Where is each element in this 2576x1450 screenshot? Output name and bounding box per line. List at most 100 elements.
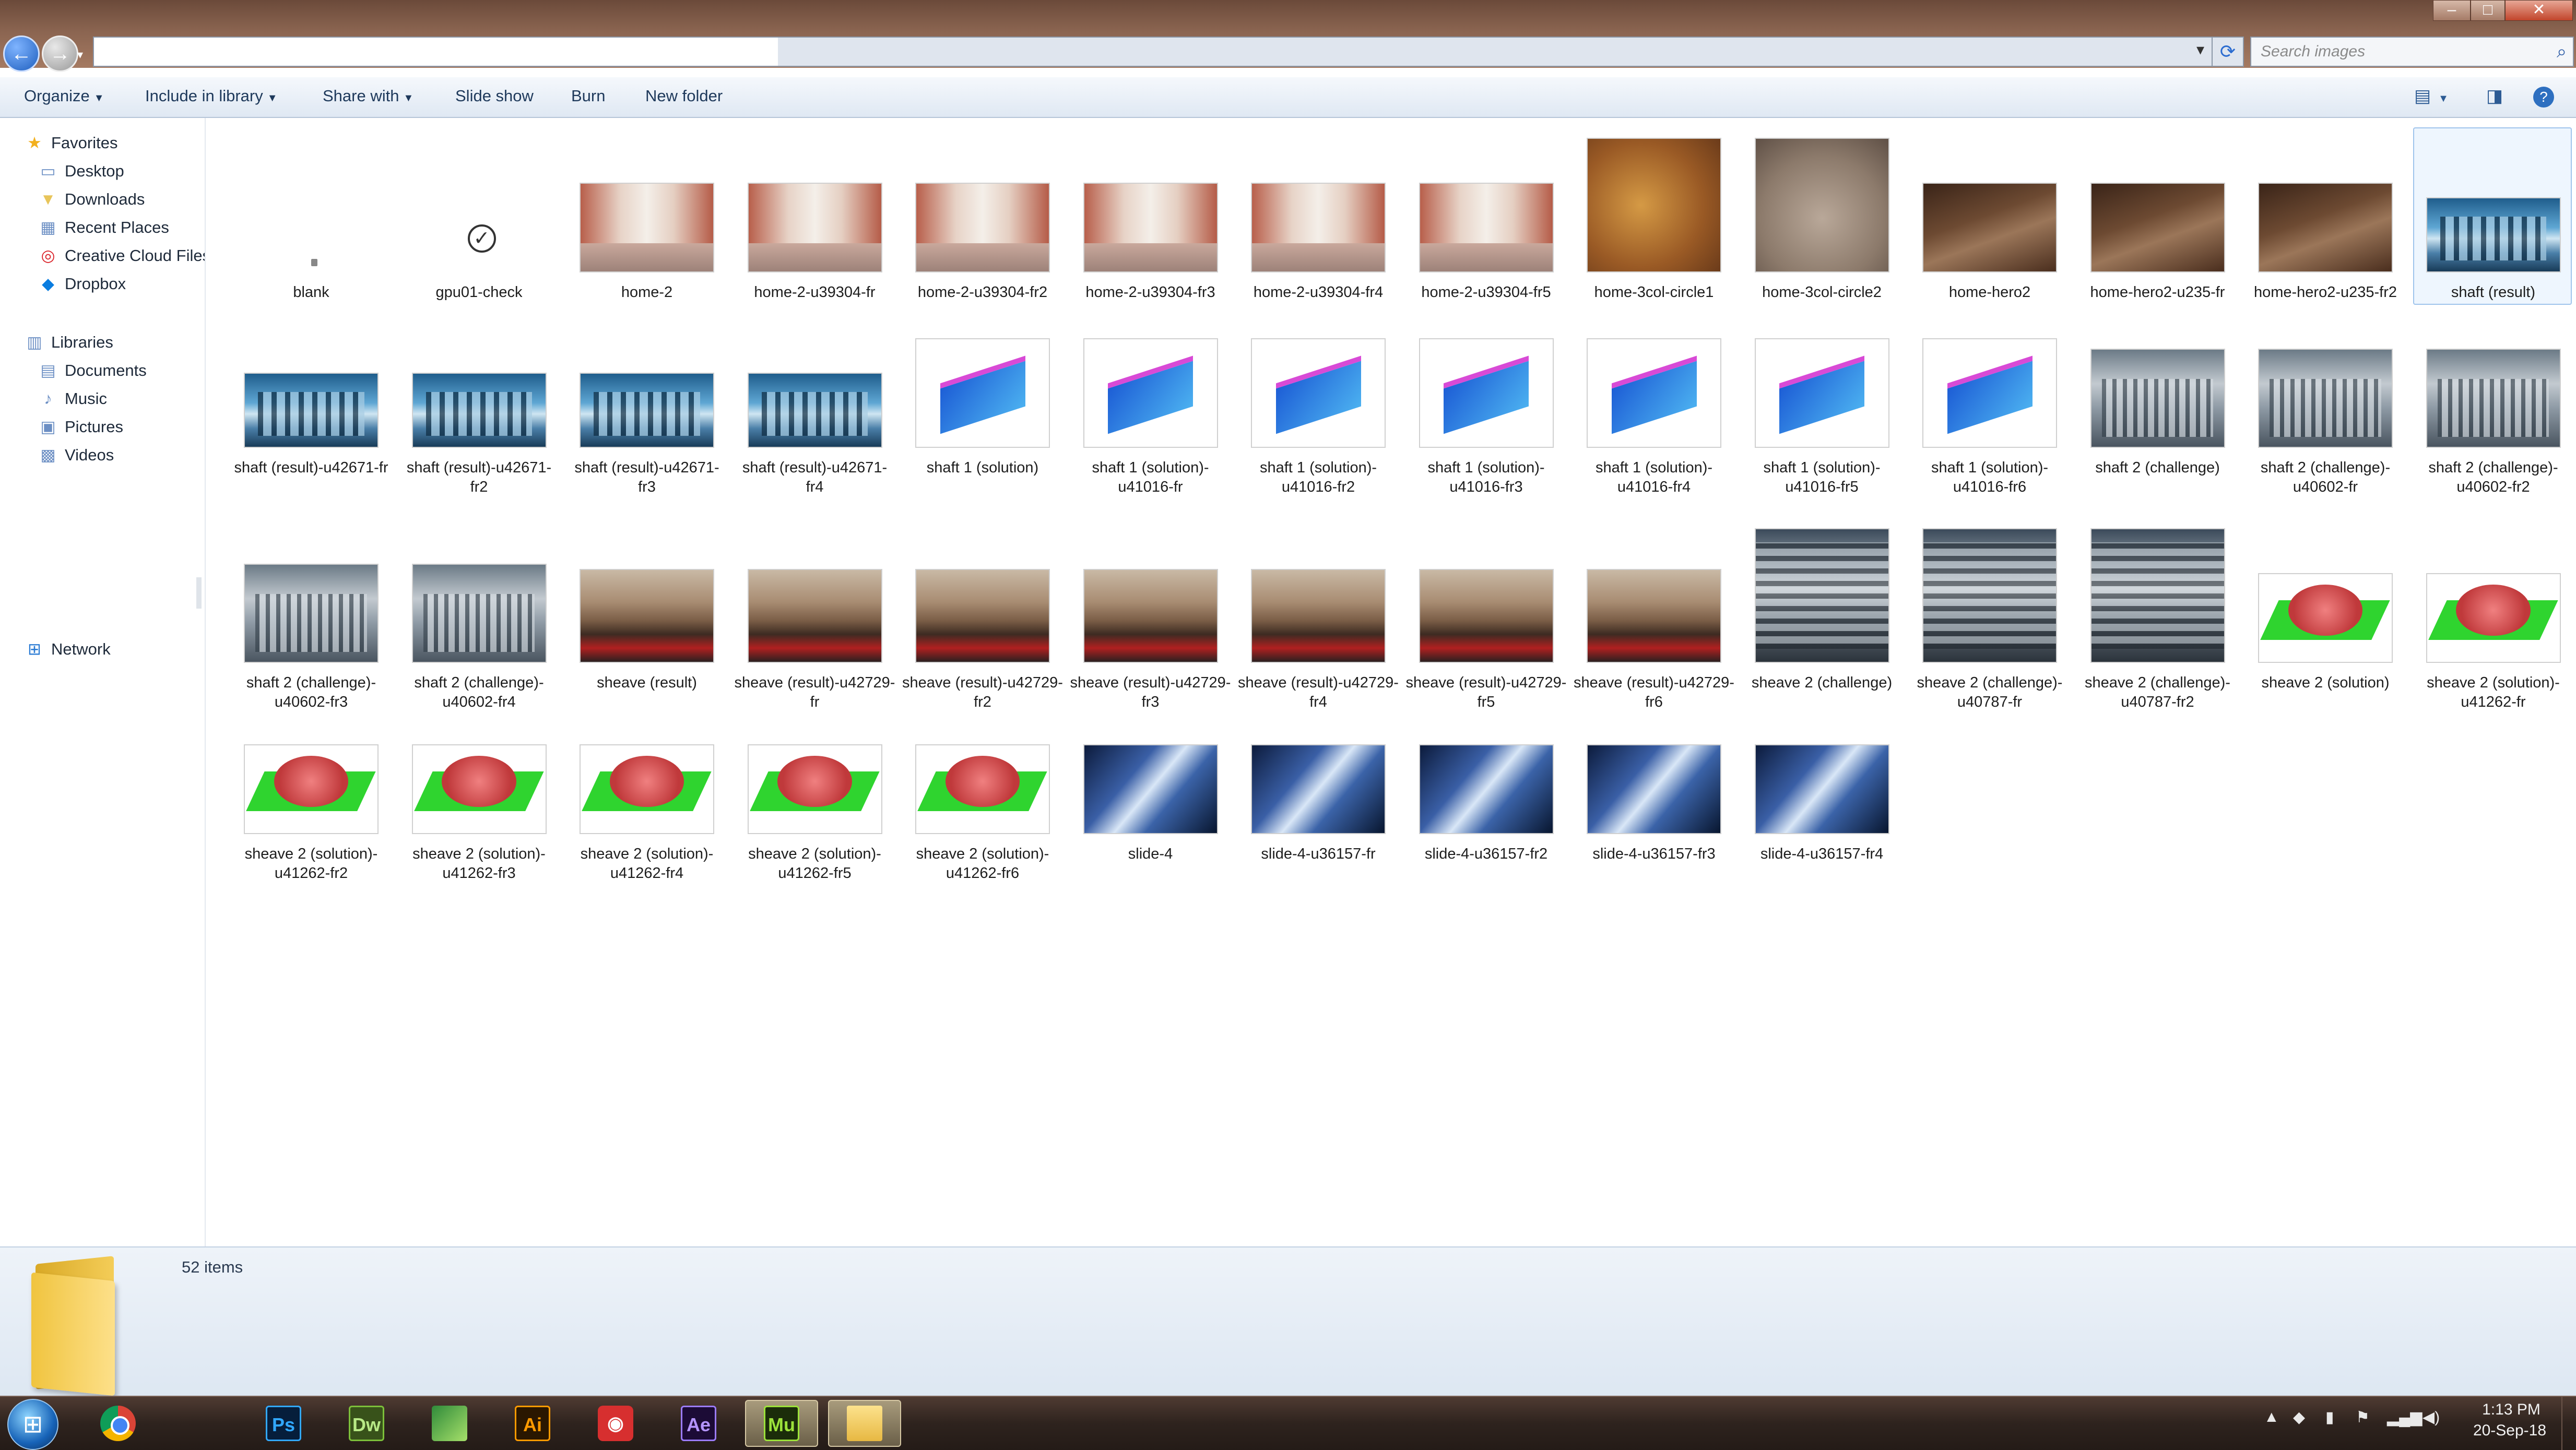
back-button[interactable]: ← xyxy=(3,35,40,72)
preview-pane-icon[interactable]: ◨ xyxy=(2486,86,2503,106)
ps-icon: Ps xyxy=(266,1406,301,1441)
search-icon[interactable]: ⌕ xyxy=(2557,38,2567,66)
include-in-library-menu[interactable]: Include in library ▼ xyxy=(145,87,278,105)
taskbar-app-mu[interactable]: Mu xyxy=(745,1400,818,1447)
address-field[interactable] xyxy=(94,38,778,66)
network-icon: ⊞ xyxy=(28,640,41,658)
file-name: shaft 1 (solution)-u41016-fr xyxy=(1092,459,1209,495)
start-button[interactable]: ⊞ xyxy=(7,1399,58,1450)
file-name: shaft 1 (solution) xyxy=(926,459,1039,476)
file-name: shaft 1 (solution)-u41016-fr3 xyxy=(1427,459,1545,495)
refresh-button[interactable]: ⟳ xyxy=(2212,37,2244,67)
command-bar: Organize ▼ Include in library ▼ Share with… xyxy=(0,77,2576,118)
thumbnail-image xyxy=(1587,138,1721,272)
help-icon[interactable]: ? xyxy=(2533,87,2554,108)
file-name: slide-4-u36157-fr xyxy=(1261,846,1376,862)
file-name: sheave 2 (challenge) xyxy=(1751,674,1893,691)
dropbox-tray-icon[interactable]: ◆ xyxy=(2293,1408,2305,1427)
taskbar-app-ae[interactable]: Ae xyxy=(662,1400,735,1447)
thumbnail-image xyxy=(2090,349,2225,448)
network-signal-icon[interactable]: ▂▄▆ xyxy=(2387,1408,2422,1427)
recent-pages-dropdown[interactable]: ▾ xyxy=(77,48,83,62)
search-input[interactable]: Search images ⌕ xyxy=(2250,37,2574,67)
file-name: shaft 1 (solution)-u41016-fr2 xyxy=(1259,459,1377,495)
taskbar-app-ai[interactable]: Ai xyxy=(496,1400,569,1447)
videos-icon: ▩ xyxy=(40,446,56,464)
thumbnail-image xyxy=(1083,338,1218,448)
sidebar-item-pictures[interactable]: ▣ Pictures xyxy=(39,418,123,436)
clock-time[interactable]: 1:13 PM xyxy=(2464,1401,2558,1419)
usb-icon[interactable]: ▮ xyxy=(2325,1408,2334,1427)
thumbnail-image xyxy=(2090,528,2225,663)
sidebar-item-music[interactable]: ♪ Music xyxy=(39,389,107,408)
sidebar-item-desktop[interactable]: ▭ Desktop xyxy=(39,162,124,181)
thumbnail-image xyxy=(1754,528,1889,663)
address-bar[interactable]: ▾ xyxy=(93,37,2213,67)
sidebar-libraries[interactable]: ▥ Libraries xyxy=(25,333,113,352)
thumbnail-image xyxy=(1419,569,1554,663)
pane-splitter[interactable] xyxy=(196,577,202,609)
thumbnail-image xyxy=(244,744,379,834)
taskbar-app-explorer[interactable] xyxy=(828,1400,901,1447)
item-count: 52 items xyxy=(182,1258,243,1276)
chevron-down-icon: ▼ xyxy=(267,92,278,104)
file-name: slide-4-u36157-fr3 xyxy=(1592,846,1716,862)
libraries-icon: ▥ xyxy=(27,333,42,351)
thumbnail-image xyxy=(2258,573,2393,663)
sidebar-favorites[interactable]: ★ Favorites xyxy=(25,134,117,152)
thumbnail-image xyxy=(2258,349,2393,448)
thumbnail-image xyxy=(1922,338,2057,448)
taskbar-app-dw[interactable]: Dw xyxy=(330,1400,403,1447)
file-name: sheave 2 (challenge)-u40787-fr xyxy=(1917,674,2063,710)
share-with-menu[interactable]: Share with ▼ xyxy=(323,87,413,105)
file-name: shaft 2 (challenge)-u40602-fr xyxy=(2260,459,2391,495)
dw-icon: Dw xyxy=(349,1406,384,1441)
thumbnail-image xyxy=(580,569,714,663)
sidebar-item-documents[interactable]: ▤ Documents xyxy=(39,361,146,380)
thumbnail-image xyxy=(244,564,379,663)
file-name: sheave 2 (challenge)-u40787-fr2 xyxy=(2085,674,2230,710)
volume-icon[interactable]: ◀) xyxy=(2423,1408,2440,1427)
slide-show-button[interactable]: Slide show xyxy=(455,87,534,105)
sidebar-network[interactable]: ⊞ Network xyxy=(25,640,111,659)
thumbnail-image xyxy=(1251,338,1386,448)
thumbnail-image xyxy=(411,744,547,834)
close-button[interactable]: ✕ xyxy=(2505,0,2573,21)
sidebar-item-dropbox[interactable]: ◆ Dropbox xyxy=(39,275,126,293)
clock-date[interactable]: 20-Sep-18 xyxy=(2460,1422,2559,1440)
show-hidden-icon[interactable]: ▲ xyxy=(2264,1408,2279,1426)
taskbar-app-chrome[interactable] xyxy=(81,1400,155,1447)
forward-button[interactable]: → xyxy=(42,35,78,72)
thumbnail-image xyxy=(915,338,1050,448)
taskbar-app-camera[interactable]: ◉ xyxy=(579,1400,652,1447)
thumbnail-image xyxy=(1922,183,2057,272)
show-desktop-button[interactable] xyxy=(2561,1397,2576,1450)
ai-icon: Ai xyxy=(515,1406,550,1441)
new-folder-button[interactable]: New folder xyxy=(645,87,723,105)
file-name: home-2-u39304-fr4 xyxy=(1253,284,1384,301)
file-name: slide-4-u36157-fr4 xyxy=(1760,846,1884,862)
refresh-icon: ⟳ xyxy=(2219,41,2236,62)
taskbar-app-edge[interactable] xyxy=(413,1400,486,1447)
thumbnail-image xyxy=(747,373,882,448)
file-name: shaft (result)-u42671-fr2 xyxy=(406,459,552,495)
sidebar-item-recent-places[interactable]: ▦ Recent Places xyxy=(39,218,169,237)
flag-icon[interactable]: ⚑ xyxy=(2356,1408,2370,1427)
explorer-icon xyxy=(847,1406,882,1441)
minimize-button[interactable]: – xyxy=(2433,0,2471,21)
file-name: sheave (result)-u42729-fr4 xyxy=(1238,674,1399,710)
view-options-icon[interactable]: ▤ ▼ xyxy=(2414,86,2449,106)
taskbar-app-ps[interactable]: Ps xyxy=(247,1400,320,1447)
burn-button[interactable]: Burn xyxy=(571,87,605,105)
organize-menu[interactable]: Organize ▼ xyxy=(24,87,104,105)
maximize-button[interactable]: □ xyxy=(2471,0,2505,21)
file-name: gpu01-check xyxy=(435,284,523,301)
sidebar-item-videos[interactable]: ▩ Videos xyxy=(39,446,114,465)
chrome-icon xyxy=(100,1406,136,1441)
sidebar-item-creative-cloud[interactable]: ◎ Creative Cloud Files xyxy=(39,246,205,265)
thumbnail-image xyxy=(2258,183,2393,272)
address-dropdown-icon[interactable]: ▾ xyxy=(2196,41,2204,59)
sidebar-item-downloads[interactable]: ▼ Downloads xyxy=(39,190,145,209)
file-name: shaft (result)-u42671-fr xyxy=(234,459,388,476)
details-pane: 52 items xyxy=(0,1246,2576,1397)
